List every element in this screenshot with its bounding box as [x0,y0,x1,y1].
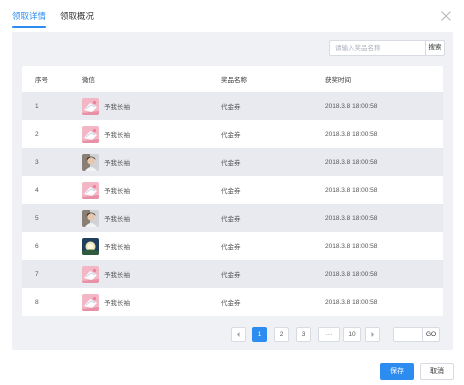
row-wechat-cell: 予我长袖 [82,181,221,199]
wechat-nickname: 予我长袖 [104,272,130,279]
page-3-button[interactable]: 3 [296,327,311,342]
pagination: 1 2 3 ··· 10 GO [12,327,453,347]
chevron-right-icon[interactable] [365,327,380,342]
avatar [82,97,99,115]
table-row: 6 予我长袖 代金券 2018.3.8 18:00:58 [22,232,443,260]
row-index: 5 [35,214,39,222]
row-wechat-cell: 予我长袖 [82,237,221,255]
table-header: 序号 微信 奖品名称 获奖时间 [22,66,443,92]
table-row: 8 予我长袖 代金券 2018.3.8 18:00:58 [22,288,443,316]
wechat-nickname: 予我长袖 [104,244,130,251]
page-10-button[interactable]: 10 [343,327,361,342]
row-prize: 代金券 [221,160,241,167]
table-body: 1 予我长袖 代金券 2018.3.8 18:00:58 2 予我长袖 代金券 2018.3.… [22,92,443,316]
wechat-nickname: 予我长袖 [104,216,130,223]
save-button[interactable]: 保存 [380,363,414,380]
wechat-nickname: 予我长袖 [104,104,130,111]
row-prize: 代金券 [221,188,241,195]
row-wechat-cell: 予我长袖 [82,265,221,283]
row-wechat-cell: 予我长袖 [82,97,221,115]
row-prize: 代金券 [221,300,241,307]
avatar [82,209,99,227]
row-index: 2 [35,130,39,138]
row-time: 2018.3.8 18:00:58 [325,130,378,138]
row-index: 7 [35,270,39,278]
cancel-button[interactable]: 取消 [420,363,454,380]
row-time: 2018.3.8 18:00:58 [325,270,378,278]
row-wechat-cell: 予我长袖 [82,209,221,227]
avatar [82,153,99,171]
row-index: 8 [35,298,39,306]
row-prize: 代金券 [221,132,241,139]
row-index: 1 [35,102,39,110]
row-time: 2018.3.8 18:00:58 [325,186,378,194]
row-index: 4 [35,186,39,194]
table-row: 2 予我长袖 代金券 2018.3.8 18:00:58 [22,120,443,148]
wechat-nickname: 予我长袖 [104,188,130,195]
search-input[interactable] [329,40,425,56]
avatar [82,125,99,143]
row-prize: 代金券 [221,244,241,251]
header-index: 序号 [35,77,48,84]
tab-claim-overview[interactable]: 领取概况 [60,10,94,28]
header-wechat: 微信 [82,77,95,84]
wechat-nickname: 予我长袖 [104,132,130,139]
tab-bar: 领取详情 领取概况 [12,10,94,28]
page-1-button[interactable]: 1 [252,327,267,342]
row-time: 2018.3.8 18:00:58 [325,158,378,166]
page-ellipsis-button[interactable]: ··· [318,327,340,342]
row-prize: 代金券 [221,272,241,279]
row-wechat-cell: 予我长袖 [82,125,221,143]
header-prize: 奖品名称 [221,77,247,84]
row-index: 6 [35,242,39,250]
chevron-left-icon[interactable] [231,327,246,342]
header-time: 获奖时间 [325,77,351,84]
table-row: 7 予我长袖 代金券 2018.3.8 18:00:58 [22,260,443,288]
close-icon[interactable] [440,9,452,21]
row-prize: 代金券 [221,216,241,223]
table-row: 5 予我长袖 代金券 2018.3.8 18:00:58 [22,204,443,232]
search-bar: 搜索 [329,40,445,56]
row-time: 2018.3.8 18:00:58 [325,102,378,110]
tab-claim-details[interactable]: 领取详情 [12,10,47,28]
content-panel: 搜索 序号 微信 奖品名称 获奖时间 1予我长袖代金券2018.3.8 18:0… [12,32,453,350]
row-index: 3 [35,158,39,166]
page-2-button[interactable]: 2 [274,327,289,342]
row-time: 2018.3.8 18:00:58 [325,242,378,250]
table-row: 1 予我长袖 代金券 2018.3.8 18:00:58 [22,92,443,120]
go-button[interactable]: GO [422,327,440,342]
row-wechat-cell: 予我长袖 [82,153,221,171]
row-time: 2018.3.8 18:00:58 [325,298,378,306]
avatar [82,293,99,311]
avatar [82,237,99,255]
records-table: 序号 微信 奖品名称 获奖时间 1 予我长袖 代金券 2018.3.8 18:00:5… [22,66,443,316]
row-time: 2018.3.8 18:00:58 [325,214,378,222]
table-row: 3 予我长袖 代金券 2018.3.8 18:00:58 [22,148,443,176]
row-prize: 代金券 [221,104,241,111]
row-wechat-cell: 予我长袖 [82,293,221,311]
avatar [82,181,99,199]
page-jump-input[interactable] [393,327,423,342]
wechat-nickname: 予我长袖 [104,160,130,167]
table-row: 4 予我长袖 代金券 2018.3.8 18:00:58 [22,176,443,204]
avatar [82,265,99,283]
wechat-nickname: 予我长袖 [104,300,130,307]
search-button[interactable]: 搜索 [425,40,445,56]
